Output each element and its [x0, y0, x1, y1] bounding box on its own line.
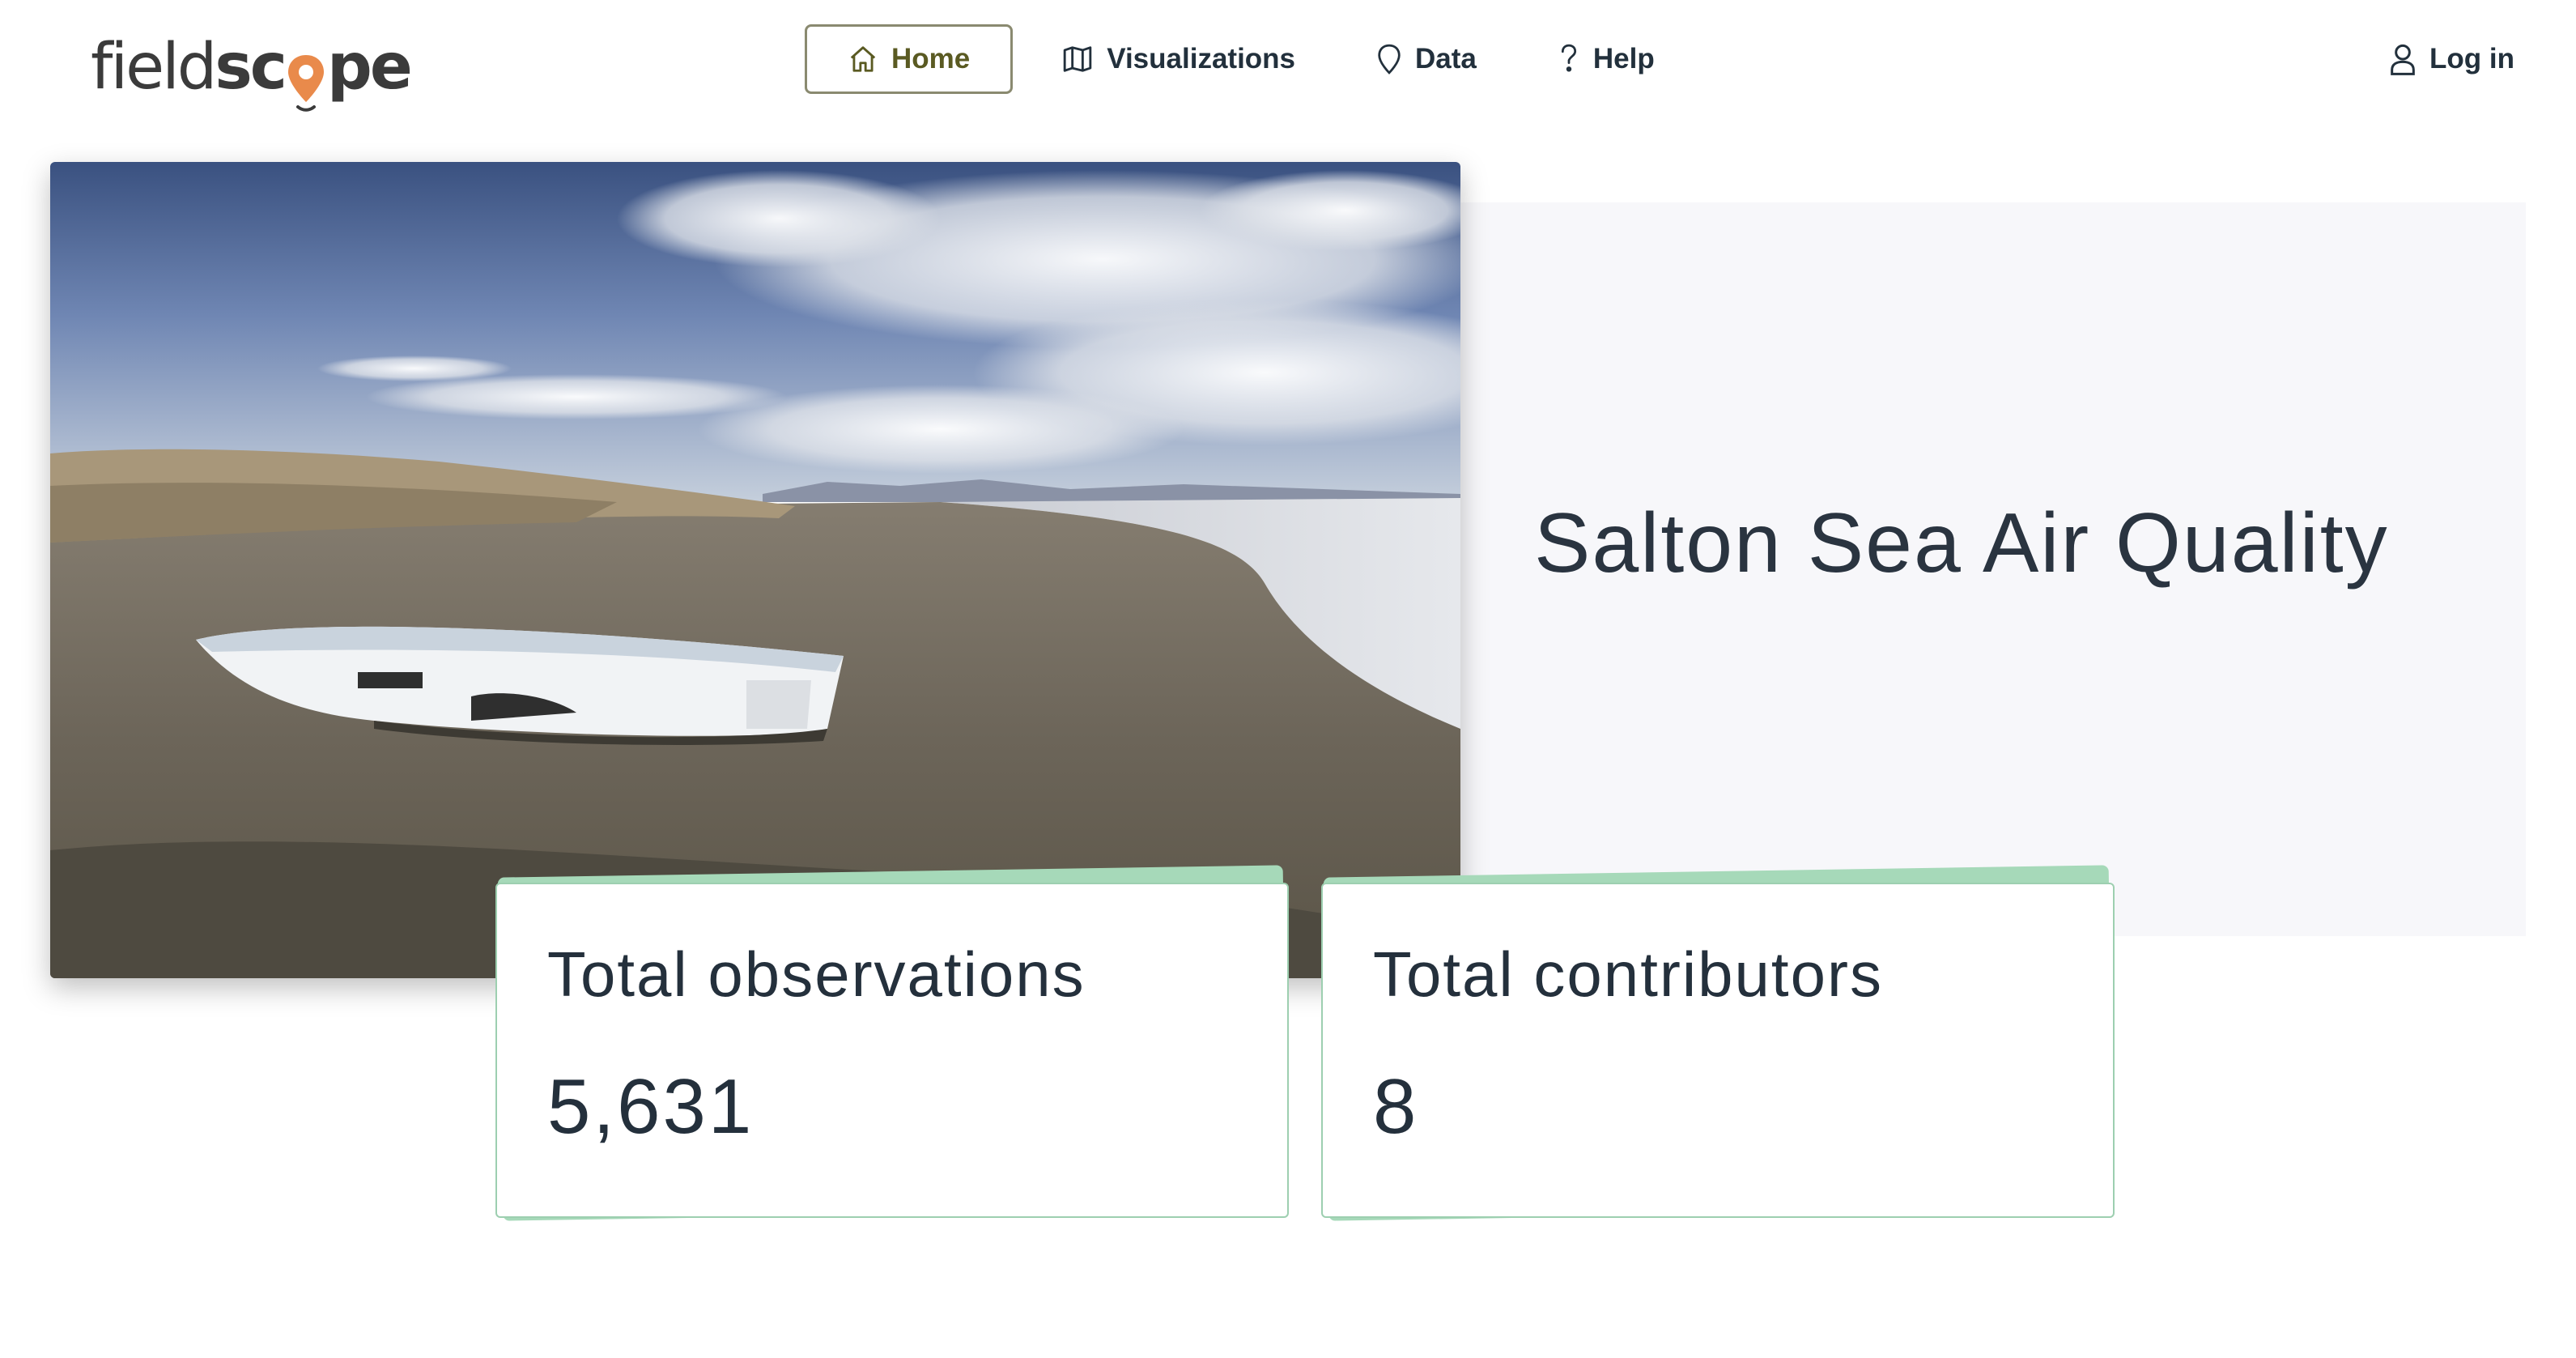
- nav-help[interactable]: Help: [1517, 24, 1695, 94]
- login-label: Log in: [2429, 43, 2514, 74]
- main-nav: Home Visualizations Data Help: [805, 24, 1695, 94]
- nav-visualizations[interactable]: Visualizations: [1021, 24, 1336, 94]
- home-icon: [850, 46, 876, 72]
- logo-text-bold: sc pe: [215, 31, 413, 112]
- fieldscope-logo[interactable]: field sc pe: [91, 18, 413, 112]
- logo-pin-icon: [287, 53, 325, 113]
- stat-card-body: Total observations 5,631: [495, 883, 1289, 1218]
- map-pin-icon: [1378, 44, 1401, 74]
- nav-data[interactable]: Data: [1336, 24, 1517, 94]
- logo-text-bold-start: sc: [215, 31, 287, 104]
- stat-card-observations: Total observations 5,631: [495, 865, 1289, 1221]
- nav-visualizations-label: Visualizations: [1107, 43, 1296, 74]
- user-icon: [2391, 44, 2415, 75]
- stat-label: Total contributors: [1373, 939, 1883, 1010]
- project-title: Salton Sea Air Quality: [1534, 496, 2389, 590]
- nav-data-label: Data: [1415, 43, 1477, 74]
- hero-photo: [50, 162, 1460, 978]
- stat-label: Total observations: [547, 939, 1086, 1010]
- nav-help-label: Help: [1592, 43, 1655, 74]
- nav-home-label: Home: [891, 43, 971, 74]
- logo-text-light: field: [91, 31, 217, 104]
- top-navbar: field sc pe Home Visualizations Data Hel…: [0, 0, 2576, 121]
- map-icon: [1063, 46, 1092, 72]
- login-button[interactable]: Log in: [2389, 24, 2514, 94]
- stat-value: 8: [1373, 1063, 1419, 1150]
- stat-card-contributors: Total contributors 8: [1321, 865, 2115, 1221]
- stat-card-body: Total contributors 8: [1321, 883, 2115, 1218]
- nav-home[interactable]: Home: [805, 24, 1014, 94]
- stat-value: 5,631: [547, 1063, 755, 1150]
- logo-text-bold-end: pe: [326, 31, 413, 104]
- help-icon: [1561, 44, 1576, 72]
